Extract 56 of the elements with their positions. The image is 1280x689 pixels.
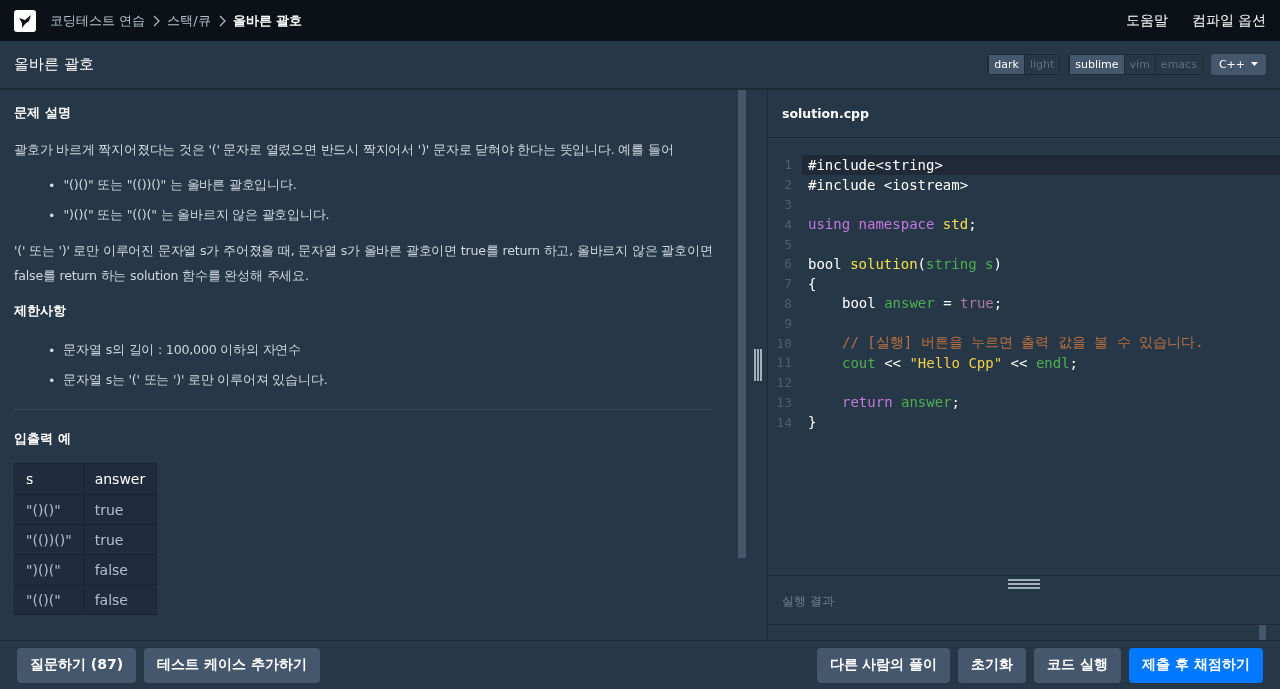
nav-link[interactable]: 도움말 [1125,11,1168,30]
column-header: answer [83,463,157,495]
code-line: } [807,413,818,433]
file-name: solution.cpp [782,106,869,121]
description-text: 괄호가 바르게 짝지어졌다는 것은 '(' 문자로 열렸으면 반드시 짝지어서 ')' 문자로 닫혀야 한다는 뜻입니다. 예를 들어 [14,141,675,159]
footer-button[interactable]: 질문하기 (87) [17,647,137,683]
code-line: return answer; [841,393,962,413]
code-line: #include <iostream> [807,175,970,195]
footer-button[interactable]: 다른 사람의 풀이 [816,647,951,683]
scrollbar-thumb[interactable] [738,90,746,558]
table-cell: false [83,554,157,585]
footer-button[interactable]: 코드 실행 [1034,647,1122,683]
language-dropdown[interactable]: C++ [1210,54,1266,75]
nav-link[interactable]: 컴파일 옵션 [1191,11,1266,30]
list-item: "()()" 또는 "(())()" 는 올바른 괄호입니다. [63,176,297,194]
section-heading: 입출력 예 [14,430,72,448]
breadcrumb-link[interactable]: 코딩테스트 연습 [50,11,146,30]
caret-icon [1251,62,1258,67]
result-label: 실행 결과 [782,593,835,610]
table-cell: ")()(" [14,554,84,585]
footer-button[interactable]: 테스트 케이스 추가하기 [144,647,320,683]
problem-title: 올바른 괄호 [14,55,95,74]
bullet: • [48,177,56,193]
breadcrumb-link[interactable]: 올바른 괄호 [232,11,303,30]
code-line: bool answer = true; [841,294,1004,314]
chevron-right-icon [151,14,162,27]
column-header: s [14,463,84,495]
list-item: ")()(" 또는 "(()(" 는 올바르지 않은 괄호입니다. [63,206,330,224]
bullet: • [48,207,56,223]
resize-handle-icon[interactable] [752,349,763,381]
code-line: using namespace std; [807,215,978,235]
code-line: cout << "Hello Cpp" << endl; [841,353,1080,373]
scrollbar-thumb[interactable] [1259,625,1266,640]
drag-handle-icon[interactable] [1008,579,1040,589]
bullet: • [48,372,56,388]
section-heading: 제한사항 [14,302,67,320]
table-cell: true [83,494,157,525]
theme-toggle[interactable]: dark [988,55,1024,74]
code-line: bool solution(string s) [807,254,1003,274]
table-cell: true [83,524,157,555]
list-item: 문자열 s의 길이 : 100,000 이하의 자연수 [63,341,301,359]
code-line: { [807,274,818,294]
table-cell: false [83,584,157,615]
footer-button[interactable]: 초기화 [958,647,1027,683]
section-heading: 문제 설명 [14,104,72,122]
table-cell: "()()" [14,494,84,525]
table-cell: "(())()" [14,524,84,555]
submit-button[interactable]: 제출 후 채점하기 [1129,647,1263,683]
keymap-toggle[interactable]: sublime [1069,55,1124,74]
breadcrumb-link[interactable]: 스택/큐 [167,11,211,30]
list-item: 문자열 s는 '(' 또는 ')' 로만 이루어져 있습니다. [63,371,328,389]
logo-icon[interactable] [14,9,36,32]
table-cell: "(()(" [14,584,84,615]
code-line: // [실행] 버튼을 누르면 출력 값을 볼 수 있습니다. [841,333,1205,353]
bullet: • [48,342,56,358]
description-text: '(' 또는 ')' 로만 이루어진 문자열 s가 주어졌을 때, 문자열 s가 올바른 괄호이면 true를 return 하고, 올바르지 않은 괄호이면 false를 return 하는 solution 함수를 완성해 주세요. [14,242,714,285]
